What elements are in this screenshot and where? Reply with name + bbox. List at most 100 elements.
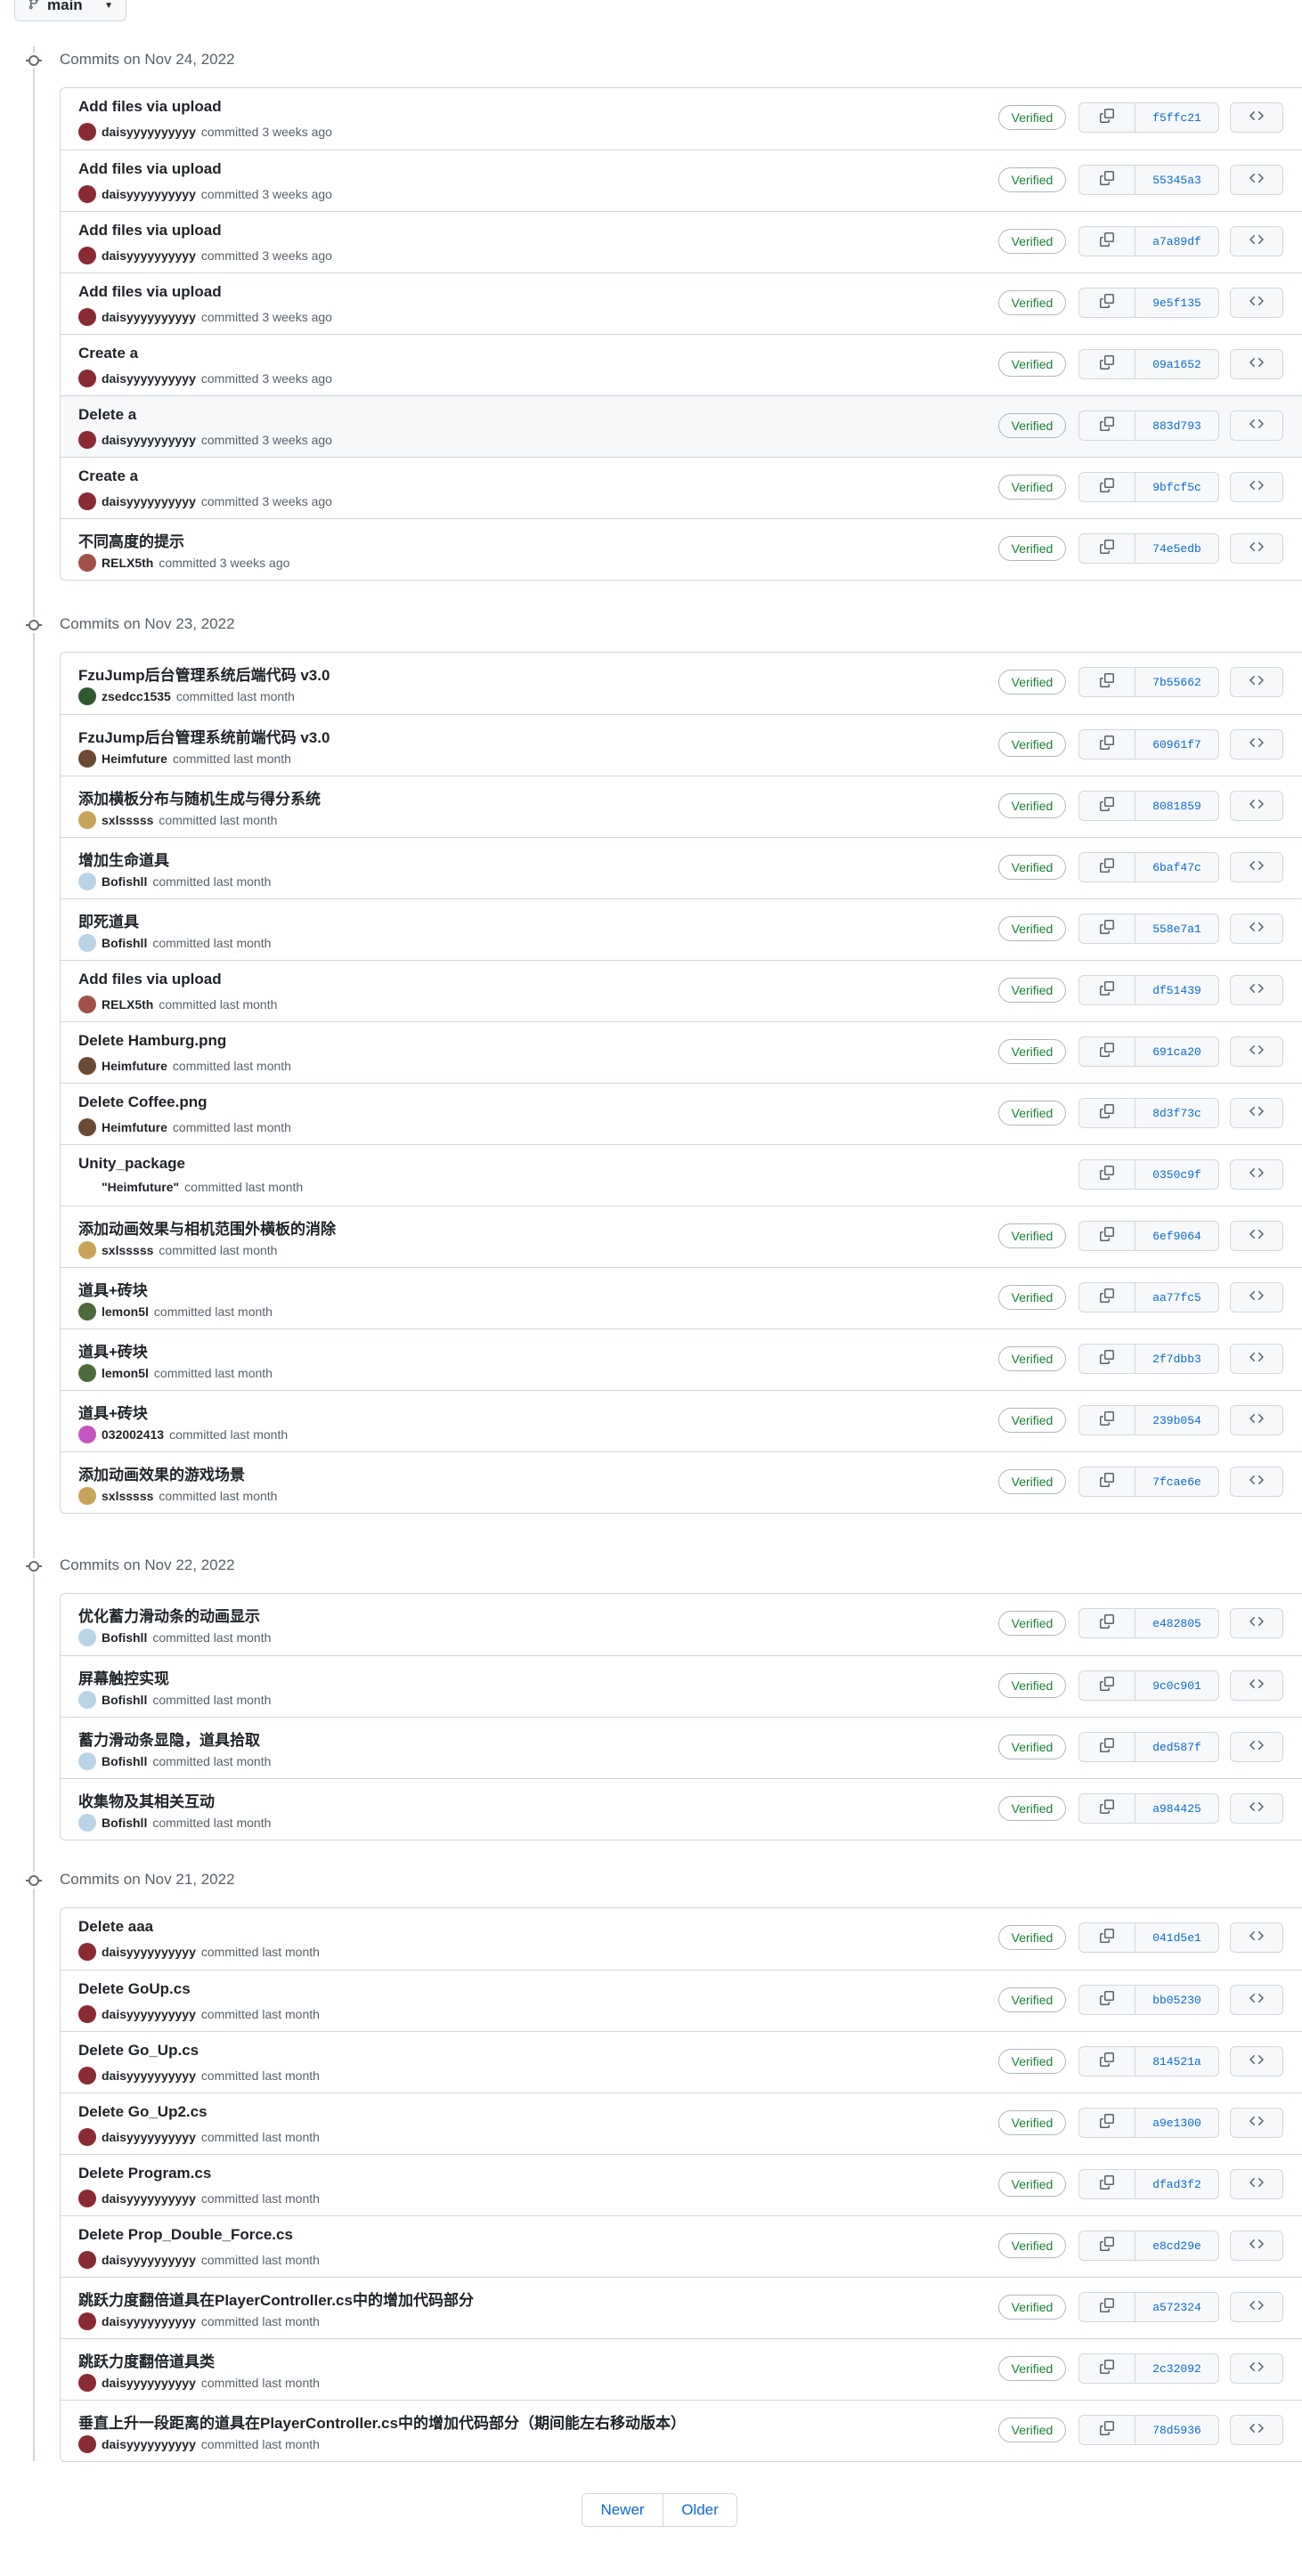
avatar[interactable] xyxy=(78,1943,96,1961)
verified-badge[interactable]: Verified xyxy=(998,2233,1066,2258)
commit-message-link[interactable]: 即死道具 xyxy=(78,909,139,931)
commit-message-link[interactable]: 屏幕触控实现 xyxy=(78,1666,169,1688)
avatar[interactable] xyxy=(78,1814,96,1832)
avatar[interactable] xyxy=(78,308,96,326)
avatar[interactable] xyxy=(78,123,96,141)
copy-sha-button[interactable] xyxy=(1079,1467,1135,1496)
verified-badge[interactable]: Verified xyxy=(998,2418,1066,2442)
verified-badge[interactable]: Verified xyxy=(998,352,1066,377)
commit-author-link[interactable]: sxlsssss xyxy=(102,1243,153,1257)
commit-author-link[interactable]: daisyyyyyyyyyy xyxy=(102,2007,196,2021)
avatar[interactable] xyxy=(78,2251,96,2269)
avatar[interactable] xyxy=(78,2128,96,2146)
commit-message-link[interactable]: 蓄力滑动条显隐，道具拾取 xyxy=(78,1727,260,1750)
avatar[interactable] xyxy=(78,1629,96,1646)
avatar[interactable] xyxy=(78,2374,96,2392)
commit-message-link[interactable]: Add files via upload xyxy=(78,222,222,240)
verified-badge[interactable]: Verified xyxy=(998,536,1066,561)
copy-sha-button[interactable] xyxy=(1079,411,1135,440)
browse-repo-button[interactable] xyxy=(1230,975,1283,1005)
avatar[interactable] xyxy=(78,2067,96,2084)
commit-sha-link[interactable]: 239b054 xyxy=(1135,1406,1218,1434)
verified-badge[interactable]: Verified xyxy=(998,229,1066,254)
commit-message-link[interactable]: FzuJump后台管理系统前端代码 v3.0 xyxy=(78,725,330,747)
commit-author-link[interactable]: zsedcc1535 xyxy=(102,689,171,703)
browse-repo-button[interactable] xyxy=(1230,2292,1283,2322)
commit-sha-link[interactable]: e482805 xyxy=(1135,1609,1218,1637)
copy-sha-button[interactable] xyxy=(1079,730,1135,759)
verified-badge[interactable]: Verified xyxy=(998,2295,1066,2320)
commit-sha-link[interactable]: 558e7a1 xyxy=(1135,914,1218,943)
avatar[interactable] xyxy=(78,995,96,1013)
browse-repo-button[interactable] xyxy=(1230,1159,1283,1190)
copy-sha-button[interactable] xyxy=(1079,2231,1135,2260)
commit-message-link[interactable]: 优化蓄力滑动条的动画显示 xyxy=(78,1604,260,1626)
commit-message-link[interactable]: Delete Hamburg.png xyxy=(78,1032,226,1050)
commit-message-link[interactable]: 添加动画效果的游戏场景 xyxy=(78,1462,245,1484)
avatar[interactable] xyxy=(78,1426,96,1443)
commit-message-link[interactable]: Delete GoUp.cs xyxy=(78,1980,191,1998)
commit-message-link[interactable]: 收集物及其相关互动 xyxy=(78,1789,215,1811)
commit-message-link[interactable]: FzuJump后台管理系统后端代码 v3.0 xyxy=(78,662,330,685)
commit-sha-link[interactable]: 2c32092 xyxy=(1135,2354,1218,2383)
copy-sha-button[interactable] xyxy=(1079,1609,1135,1637)
avatar[interactable] xyxy=(78,1118,96,1136)
commit-sha-link[interactable]: 6ef9064 xyxy=(1135,1222,1218,1250)
commit-sha-link[interactable]: dfad3f2 xyxy=(1135,2170,1218,2198)
commit-sha-link[interactable]: a9e1300 xyxy=(1135,2109,1218,2137)
verified-badge[interactable]: Verified xyxy=(998,2049,1066,2074)
browse-repo-button[interactable] xyxy=(1230,1985,1283,2015)
commit-author-link[interactable]: Bofishll xyxy=(102,874,147,889)
browse-repo-button[interactable] xyxy=(1230,1098,1283,1128)
browse-repo-button[interactable] xyxy=(1230,2046,1283,2076)
commit-sha-link[interactable]: f5ffc21 xyxy=(1135,103,1218,132)
copy-sha-button[interactable] xyxy=(1079,350,1135,378)
copy-sha-button[interactable] xyxy=(1079,534,1135,563)
commit-sha-link[interactable]: 74e5edb xyxy=(1135,534,1218,563)
avatar[interactable] xyxy=(78,687,96,705)
browse-repo-button[interactable] xyxy=(1230,2231,1283,2261)
verified-badge[interactable]: Verified xyxy=(998,670,1066,695)
browse-repo-button[interactable] xyxy=(1230,1405,1283,1435)
commit-author-link[interactable]: Bofishll xyxy=(102,1693,147,1707)
older-button[interactable]: Older xyxy=(663,2494,736,2526)
commit-author-link[interactable]: lemon5l xyxy=(102,1304,149,1319)
copy-sha-button[interactable] xyxy=(1079,1671,1135,1700)
avatar[interactable] xyxy=(78,492,96,510)
copy-sha-button[interactable] xyxy=(1079,1099,1135,1127)
commit-sha-link[interactable]: 7fcae6e xyxy=(1135,1467,1218,1496)
copy-sha-button[interactable] xyxy=(1079,227,1135,256)
commit-author-link[interactable]: Heimfuture xyxy=(102,1059,167,1073)
copy-sha-button[interactable] xyxy=(1079,1733,1135,1761)
browse-repo-button[interactable] xyxy=(1230,288,1283,318)
commit-sha-link[interactable]: df51439 xyxy=(1135,976,1218,1004)
commit-message-link[interactable]: Add files via upload xyxy=(78,283,222,301)
browse-repo-button[interactable] xyxy=(1230,102,1283,133)
commit-sha-link[interactable]: 9bfcf5c xyxy=(1135,473,1218,501)
avatar[interactable] xyxy=(78,1691,96,1709)
browse-repo-button[interactable] xyxy=(1230,226,1283,256)
commit-message-link[interactable]: Unity_package xyxy=(78,1155,185,1173)
commit-sha-link[interactable]: 814521a xyxy=(1135,2047,1218,2076)
commit-sha-link[interactable]: 2f7dbb3 xyxy=(1135,1345,1218,1373)
commit-sha-link[interactable]: 8081859 xyxy=(1135,792,1218,820)
copy-sha-button[interactable] xyxy=(1079,1283,1135,1312)
commit-author-link[interactable]: daisyyyyyyyyyy xyxy=(102,310,196,324)
commit-message-link[interactable]: Delete a xyxy=(78,406,136,424)
copy-sha-button[interactable] xyxy=(1079,288,1135,317)
copy-sha-button[interactable] xyxy=(1079,1923,1135,1952)
avatar[interactable] xyxy=(78,185,96,203)
commit-author-link[interactable]: daisyyyyyyyyyy xyxy=(102,187,196,201)
commit-sha-link[interactable]: 55345a3 xyxy=(1135,166,1218,194)
commit-author-link[interactable]: daisyyyyyyyyyy xyxy=(102,494,196,508)
verified-badge[interactable]: Verified xyxy=(998,1285,1066,1310)
commit-sha-link[interactable]: aa77fc5 xyxy=(1135,1283,1218,1312)
browse-repo-button[interactable] xyxy=(1230,1608,1283,1638)
copy-sha-button[interactable] xyxy=(1079,2170,1135,2198)
browse-repo-button[interactable] xyxy=(1230,165,1283,195)
commit-author-link[interactable]: daisyyyyyyyyyy xyxy=(102,125,196,139)
avatar[interactable] xyxy=(78,934,96,952)
commit-sha-link[interactable]: 60961f7 xyxy=(1135,730,1218,759)
commit-author-link[interactable]: daisyyyyyyyyyy xyxy=(102,1945,196,1959)
commit-author-link[interactable]: Bofishll xyxy=(102,1630,147,1645)
